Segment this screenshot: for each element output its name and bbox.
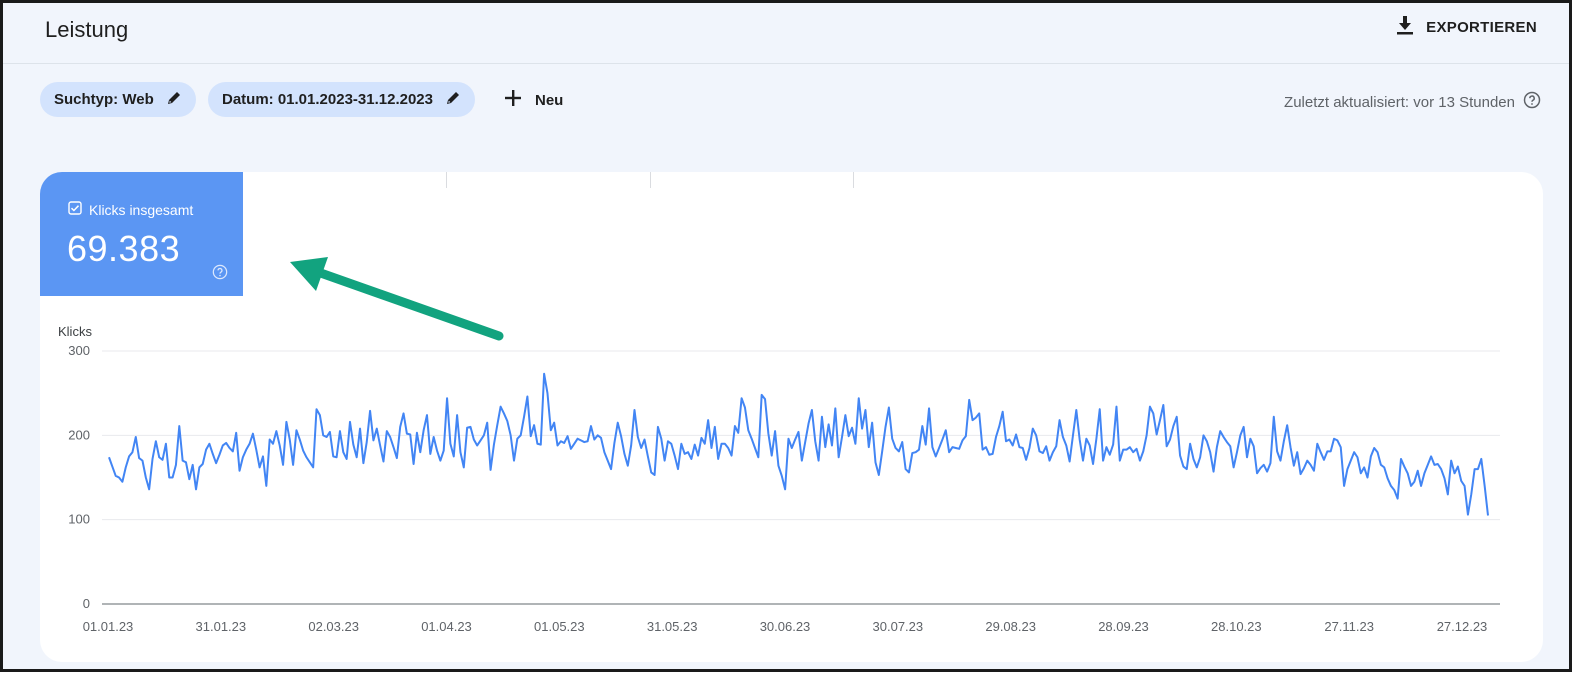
- x-tick-label: 28.10.23: [1211, 619, 1262, 634]
- x-tick-label: 27.11.23: [1324, 619, 1374, 634]
- last-updated-text: Zuletzt aktualisiert: vor 13 Stunden: [1284, 93, 1515, 111]
- header-divider: [3, 63, 1569, 64]
- filter-chip-label: Datum: 01.01.2023-31.12.2023: [222, 91, 433, 108]
- y-tick-label: 100: [68, 512, 90, 527]
- clicks-line-chart: 0 100 200 300 01.01.23 31.01.23 02.03.23 01.04…: [58, 324, 1500, 634]
- filter-chip-date[interactable]: Datum: 01.01.2023-31.12.2023: [208, 82, 475, 117]
- x-tick-label: 01.05.23: [534, 619, 585, 634]
- x-tick-label: 30.07.23: [873, 619, 924, 634]
- x-tick-label: 02.03.23: [308, 619, 359, 634]
- x-tick-label: 31.01.23: [196, 619, 247, 634]
- filter-chip-label: Suchtyp: Web: [54, 91, 154, 108]
- add-filter-button[interactable]: Neu: [503, 88, 563, 112]
- filter-chip-search-type[interactable]: Suchtyp: Web: [40, 82, 196, 117]
- x-tick-label: 01.01.23: [83, 619, 134, 634]
- add-filter-label: Neu: [535, 91, 564, 109]
- export-button[interactable]: EXPORTIEREN: [1396, 15, 1537, 39]
- pencil-icon[interactable]: [445, 90, 461, 110]
- x-tick-label: 31.05.23: [647, 619, 698, 634]
- app-frame: Leistung EXPORTIEREN Suchtyp: Web Datum:…: [0, 0, 1572, 672]
- plus-icon: [503, 88, 523, 112]
- x-tick-label: 27.12.23: [1437, 619, 1488, 634]
- y-axis-title: Klicks: [58, 324, 92, 339]
- y-tick-label: 300: [68, 343, 90, 358]
- pencil-icon[interactable]: [166, 90, 182, 110]
- x-tick-label: 29.08.23: [985, 619, 1036, 634]
- y-tick-label: 200: [68, 427, 90, 442]
- y-tick-label: 0: [83, 596, 90, 611]
- help-icon[interactable]: [1523, 91, 1541, 113]
- export-label: EXPORTIEREN: [1426, 18, 1537, 36]
- last-updated-status: Zuletzt aktualisiert: vor 13 Stunden: [1284, 91, 1541, 113]
- x-tick-label: 30.06.23: [760, 619, 811, 634]
- download-icon: [1396, 15, 1414, 39]
- x-tick-label: 28.09.23: [1098, 619, 1149, 634]
- series-line-clicks: [108, 372, 1489, 516]
- x-tick-label: 01.04.23: [421, 619, 472, 634]
- performance-card: Klicks insgesamt 69.383 0 100 200 300 01.01…: [40, 172, 1543, 662]
- page-title: Leistung: [45, 17, 129, 42]
